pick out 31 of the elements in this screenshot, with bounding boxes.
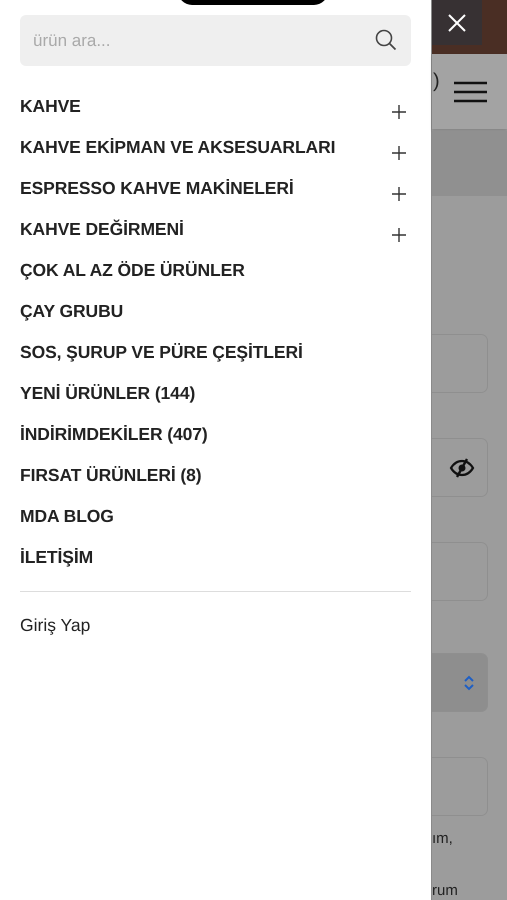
menu-item[interactable]: FIRSAT ÜRÜNLERİ (8) (20, 465, 202, 486)
menu-item[interactable]: KAHVE DEĞİRMENİ (20, 219, 184, 240)
menu-item[interactable]: ESPRESSO KAHVE MAKİNELERİ (20, 178, 294, 199)
menu-item[interactable]: YENİ ÜRÜNLER (144) (20, 383, 196, 404)
menu-icon[interactable] (454, 80, 487, 103)
input-field[interactable] (432, 542, 488, 601)
cut-off-text: ım, (432, 830, 454, 848)
plus-icon[interactable] (391, 226, 407, 242)
plus-icon[interactable] (391, 186, 407, 202)
cut-off-text: rum (432, 882, 459, 900)
search-icon[interactable] (375, 29, 397, 51)
eye-off-icon[interactable] (449, 458, 475, 478)
menu-item[interactable]: ÇAY GRUBU (20, 301, 124, 322)
menu-item[interactable]: İNDİRİMDEKİLER (407) (20, 424, 208, 445)
close-icon (447, 12, 467, 32)
close-button[interactable] (432, 0, 482, 45)
login-link[interactable]: Giriş Yap (20, 615, 90, 636)
menu-item[interactable]: SOS, ŞURUP VE PÜRE ÇEŞİTLERİ (20, 342, 303, 363)
menu-item[interactable]: MDA BLOG (20, 506, 114, 527)
cut-off-glyph: ) (433, 70, 440, 94)
input-field[interactable] (432, 438, 488, 497)
menu-item[interactable]: ÇOK AL AZ ÖDE ÜRÜNLER (20, 260, 245, 281)
search-field[interactable]: ürün ara... (20, 15, 411, 66)
plus-icon[interactable] (391, 144, 407, 160)
plus-icon[interactable] (391, 104, 407, 120)
input-field[interactable] (432, 757, 488, 816)
menu-item[interactable]: İLETİŞİM (20, 547, 94, 568)
menu-item[interactable]: KAHVE (20, 96, 81, 117)
menu-item[interactable]: KAHVE EKİPMAN VE AKSESUARLARI (20, 137, 336, 158)
select-field[interactable] (432, 653, 488, 712)
input-field[interactable] (432, 334, 488, 393)
